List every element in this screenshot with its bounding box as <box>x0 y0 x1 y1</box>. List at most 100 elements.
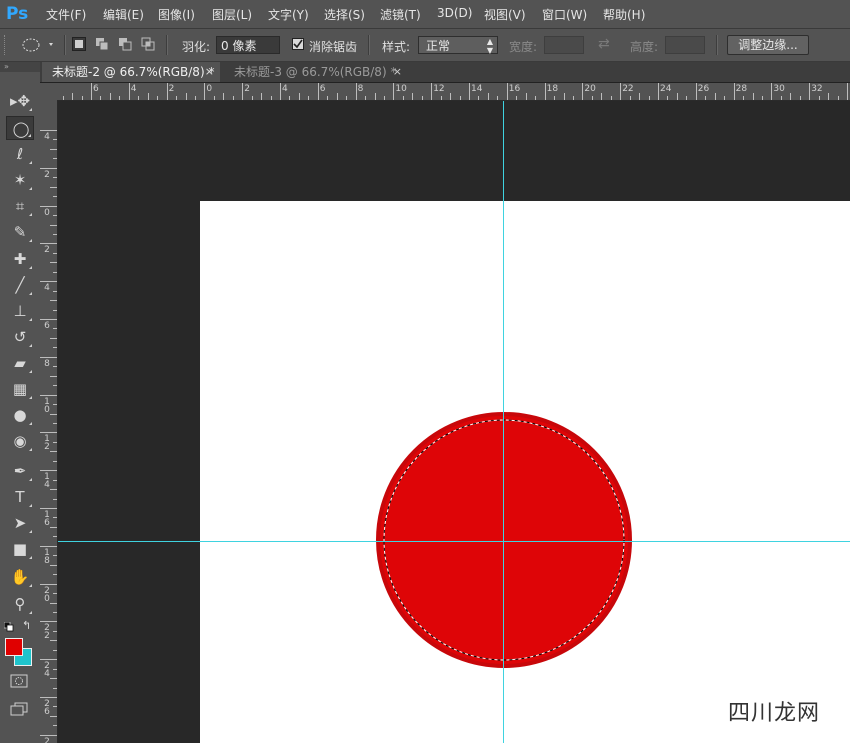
screen-mode-button[interactable] <box>10 702 28 716</box>
ruler-label: 14 <box>471 84 483 94</box>
vertical-ruler[interactable]: 420246810121416182022242628 <box>40 100 58 743</box>
ruler-minor-tick <box>50 526 57 528</box>
ruler-tick <box>40 508 57 509</box>
ruler-tick <box>40 205 57 207</box>
new-selection-button[interactable] <box>72 37 86 51</box>
ruler-tick <box>40 470 57 472</box>
ruler-label: 2 <box>44 169 50 180</box>
menu-filter[interactable]: 滤镜(T) <box>380 6 421 23</box>
ruler-tick <box>40 697 57 698</box>
height-input[interactable] <box>665 36 705 54</box>
ruler-tick <box>128 83 130 100</box>
ruler-minor-tick <box>50 564 57 566</box>
tool-preset-picker[interactable] <box>18 37 62 53</box>
ruler-tick <box>582 83 584 100</box>
move-tool[interactable]: ▸✥ <box>6 89 34 113</box>
canvas-workspace[interactable] <box>58 101 850 743</box>
type-tool[interactable]: T <box>6 485 34 509</box>
ellipse-marquee-icon: ◯ <box>12 120 30 138</box>
flyout-indicator-icon <box>29 187 32 190</box>
menu-3d[interactable]: 3D(D) <box>437 6 472 20</box>
ruler-tick <box>40 659 57 661</box>
ruler-minor-tick <box>50 148 57 150</box>
swap-colors-icon[interactable]: ↰ <box>22 619 31 632</box>
ruler-minor-tick <box>308 96 310 100</box>
foreground-color-swatch[interactable] <box>5 638 23 656</box>
eraser-tool[interactable]: ▰ <box>6 351 34 375</box>
ruler-minor-tick <box>516 96 518 100</box>
dodge-tool[interactable]: ◉ <box>6 429 34 453</box>
pen-tool[interactable]: ✒ <box>6 459 34 483</box>
menu-select[interactable]: 选择(S) <box>324 6 365 23</box>
ruler-minor-tick <box>53 611 57 613</box>
ruler-tick <box>40 432 57 434</box>
refine-edge-button[interactable]: 调整边缘... <box>727 35 809 55</box>
antialias-checkbox[interactable] <box>292 38 304 50</box>
ruler-minor-tick <box>53 233 57 235</box>
ruler-tick <box>544 83 546 100</box>
document-tab-inactive[interactable]: 未标题-3 @ 66.7%(RGB/8) * × <box>224 62 408 82</box>
ruler-minor-tick <box>487 93 489 100</box>
ruler-minor-tick <box>412 93 414 100</box>
style-select[interactable]: 正常 ▲ ▼ <box>418 36 498 55</box>
options-grip[interactable] <box>4 35 9 55</box>
ruler-minor-tick <box>138 96 140 100</box>
brush-tool[interactable]: ╱ <box>6 273 34 297</box>
history-brush-tool[interactable]: ↺ <box>6 325 34 349</box>
ruler-minor-tick <box>743 96 745 100</box>
menu-window[interactable]: 窗口(W) <box>542 6 587 23</box>
quick-mask-button[interactable] <box>10 674 28 688</box>
ruler-tick <box>847 83 848 100</box>
document-tab-active[interactable]: 未标题-2 @ 66.7%(RGB/8) * × <box>42 62 220 82</box>
menu-help[interactable]: 帮助(H) <box>603 6 645 23</box>
intersect-selection-button[interactable] <box>141 37 155 51</box>
clone-stamp-tool[interactable]: ⊥ <box>6 299 34 323</box>
horizontal-guide[interactable] <box>58 541 850 542</box>
menu-layer[interactable]: 图层(L) <box>212 6 252 23</box>
vertical-guide[interactable] <box>503 101 504 743</box>
close-icon[interactable]: × <box>205 62 214 82</box>
zoom-tool[interactable]: ⚲ <box>6 592 34 616</box>
separator <box>166 35 168 55</box>
path-selection-tool[interactable]: ➤ <box>6 511 34 535</box>
menu-type[interactable]: 文字(Y) <box>268 6 309 23</box>
menu-view[interactable]: 视图(V) <box>484 6 526 23</box>
ruler-tick <box>658 83 659 100</box>
gradient-tool[interactable]: ▦ <box>6 377 34 401</box>
ruler-origin[interactable] <box>40 83 59 101</box>
blur-tool[interactable]: ● <box>6 403 34 427</box>
ruler-tick <box>40 243 57 245</box>
ruler-minor-tick <box>818 96 820 100</box>
eyedropper-tool[interactable]: ✎ <box>6 220 34 244</box>
ruler-tick <box>40 281 57 283</box>
ruler-minor-tick <box>828 93 830 100</box>
ruler-tick <box>40 394 57 396</box>
ruler-minor-tick <box>298 93 300 100</box>
swap-dimensions-icon[interactable]: ⇄ <box>598 36 610 52</box>
toolbox-collapse-icon[interactable]: » <box>0 62 40 72</box>
ruler-minor-tick <box>50 300 57 302</box>
lasso-tool[interactable]: ℓ <box>6 142 34 166</box>
rectangle-tool[interactable]: ■ <box>6 537 34 561</box>
elliptical-marquee-tool[interactable]: ◯ <box>6 116 34 140</box>
horizontal-ruler[interactable]: 6 4 2 0 2 4 6 8 10 12 14 16 18 20 22 24 26 28 30 32 <box>58 83 850 101</box>
menu-edit[interactable]: 编辑(E) <box>103 6 144 23</box>
ruler-minor-tick <box>535 96 537 100</box>
healing-brush-tool[interactable]: ✚ <box>6 247 34 271</box>
width-label: 宽度: <box>509 40 538 54</box>
flyout-indicator-icon <box>29 504 32 507</box>
close-icon[interactable]: × <box>393 62 402 82</box>
width-input[interactable] <box>544 36 584 54</box>
feather-input[interactable]: 0 像素 <box>216 36 280 54</box>
crop-tool[interactable]: ⌗ <box>6 194 34 218</box>
magic-wand-tool[interactable]: ✶ <box>6 168 34 192</box>
ruler-minor-tick <box>72 93 74 100</box>
subtract-selection-button[interactable] <box>118 37 132 51</box>
hand-tool[interactable]: ✋ <box>6 565 34 589</box>
menu-file[interactable]: 文件(F) <box>46 6 86 23</box>
add-selection-button[interactable] <box>95 37 109 51</box>
default-colors-icon[interactable] <box>3 621 14 632</box>
quick-mask-icon <box>10 674 28 688</box>
flyout-indicator-icon <box>29 478 32 481</box>
menu-image[interactable]: 图像(I) <box>158 6 195 23</box>
